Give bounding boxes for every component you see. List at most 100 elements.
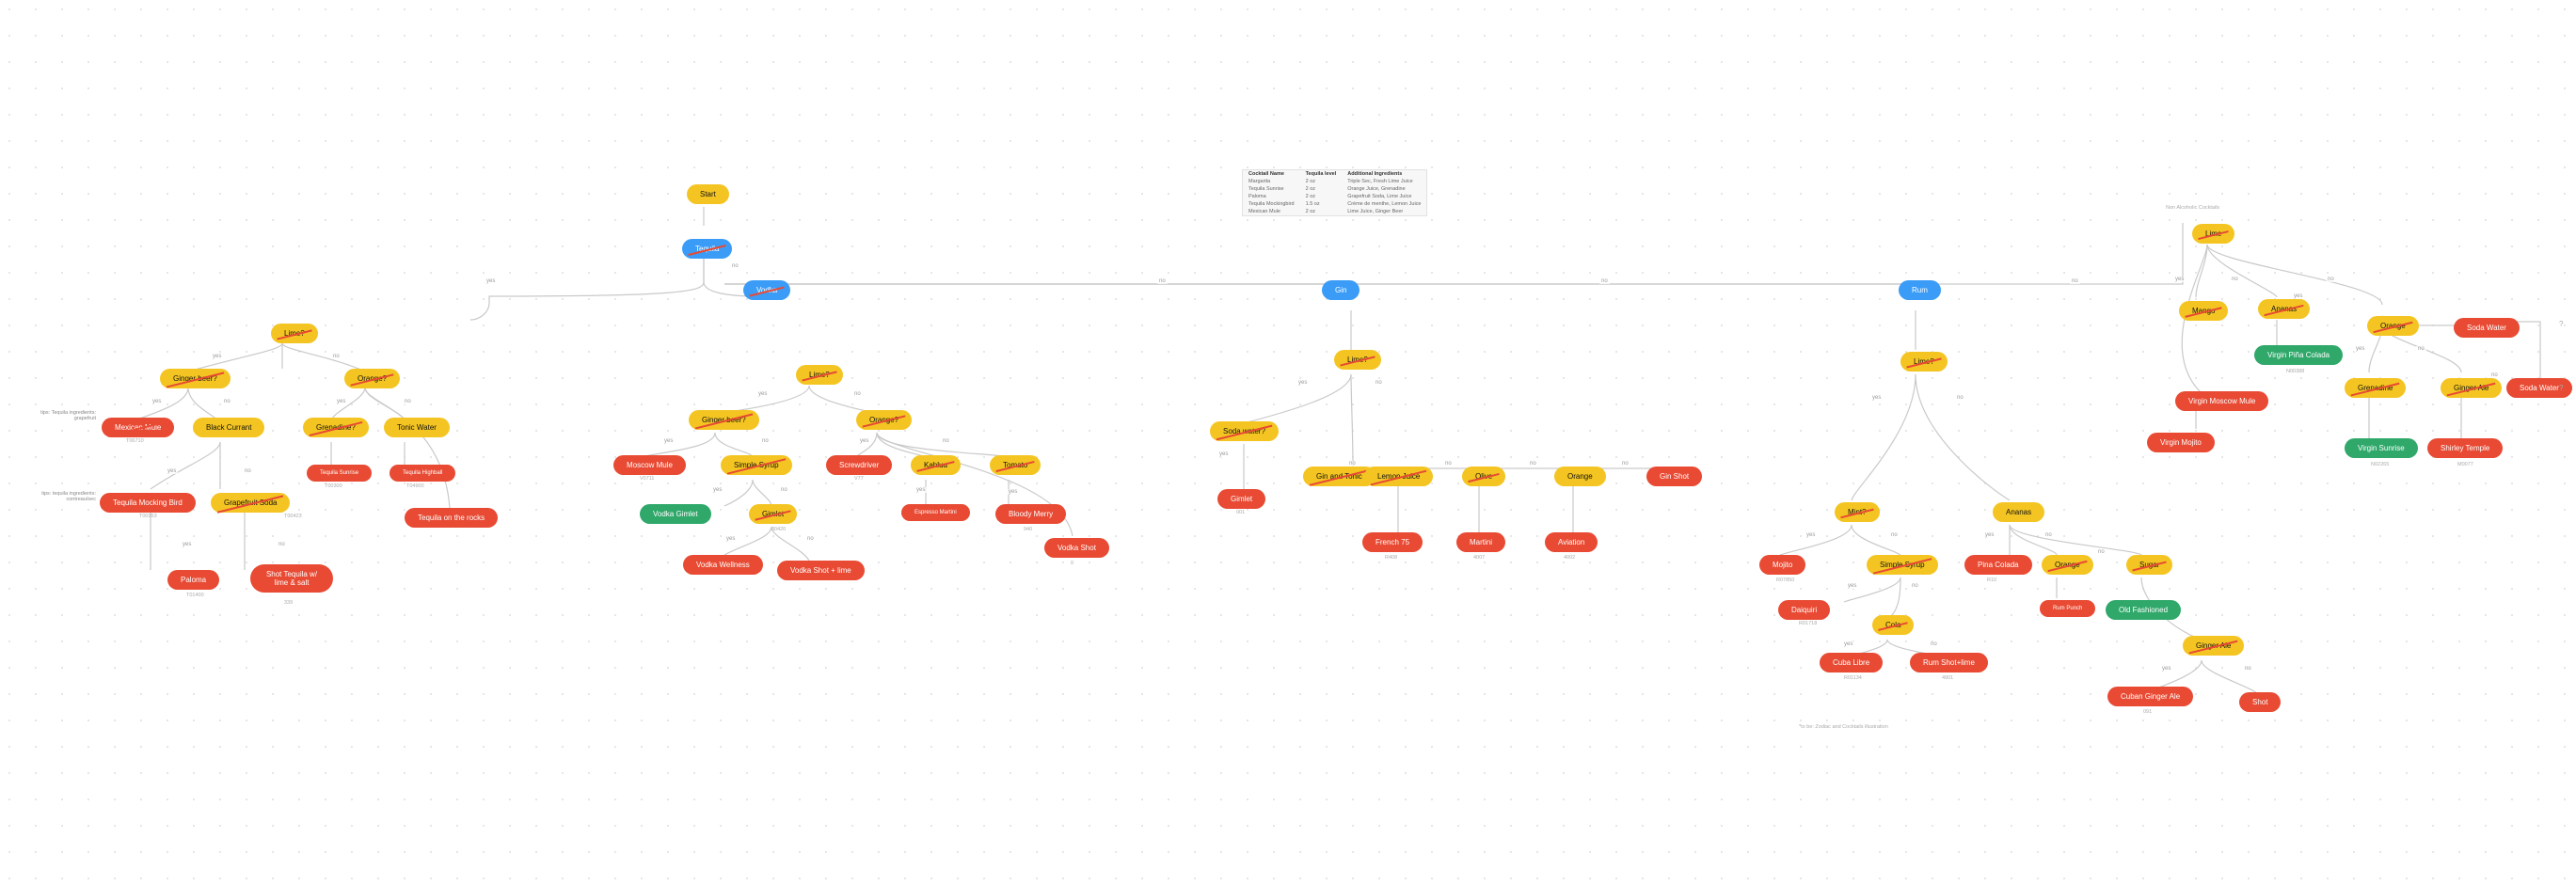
edge-no: no [2416,346,2426,352]
result-rum-shot[interactable]: Shot [2239,692,2281,712]
result-paloma[interactable]: Paloma [167,570,219,590]
edge-no: no [1157,278,1168,284]
edge-no: no [941,438,951,444]
result-tequila-rocks[interactable]: Tequila on the rocks [405,508,498,528]
edge-no: no [730,263,740,269]
tequila-ginger-q[interactable]: Ginger beer? [160,369,231,388]
result-gimlet[interactable]: Gimlet [1217,489,1265,509]
result-old-fashioned[interactable]: Old Fashioned [2106,600,2181,620]
id-daq: R01718 [1799,621,1817,626]
id-st: M0077 [2457,462,2473,467]
rum-orange-q[interactable]: Orange [2042,555,2093,575]
edge-no: no [2230,277,2240,282]
gin-orange-q[interactable]: Orange [1554,467,1606,486]
result-virgin-pc[interactable]: Virgin Piña Colada [2254,345,2343,365]
result-vodka-shot-lime[interactable]: Vodka Shot + lime [777,561,865,580]
rum-lime-q[interactable]: Lime? [1900,352,1948,372]
result-screwdriver[interactable]: Screwdriver [826,455,892,475]
result-tmb[interactable]: Tequila Mocking Bird [100,493,196,513]
rum-branch[interactable]: Rum [1899,280,1941,300]
result-vodka-wellness[interactable]: Vodka Wellness [683,555,763,575]
grenadine-q[interactable]: Grenadine? [303,418,369,437]
result-virgin-sunrise[interactable]: Virgin Sunrise [2345,438,2418,458]
tonic-water-q[interactable]: Tonic Water [384,418,450,437]
id-sc: V77 [854,476,864,482]
result-gin-shot[interactable]: Gin Shot [1646,467,1702,486]
vodka-gimlet-q[interactable]: Gimlet [749,504,797,524]
vodka-orange-q[interactable]: Orange? [856,410,912,430]
simple-syrup-rum[interactable]: Simple Syrup [1867,555,1938,575]
nonalc-orange-q[interactable]: Orange [2367,316,2419,336]
result-mojito[interactable]: Mojito [1759,555,1805,575]
result-tequila-sunrise[interactable]: Tequila Sunrise [307,465,372,482]
vodka-branch[interactable]: Vodka [743,280,790,300]
result-daiquiri[interactable]: Daiquiri [1778,600,1830,620]
edge-no: no [222,399,232,404]
result-french75[interactable]: French 75 [1362,532,1423,552]
rum-ginger-ale-q[interactable]: Ginger Ale [2183,636,2244,656]
rum-sugar-q[interactable]: Sugar [2126,555,2172,575]
edge-no: no [1528,461,1538,467]
lemon-juice-q[interactable]: Lemon Juice [1364,467,1433,486]
edge-no: no [2070,278,2080,284]
result-vodka-gimlet[interactable]: Vodka Gimlet [640,504,711,524]
result-shirley[interactable]: Shirley Temple [2427,438,2503,458]
gin-lime-q[interactable]: Lime? [1334,350,1381,370]
nonalc-ananas-q[interactable]: Ananas [2258,299,2310,319]
tequila-branch[interactable]: Tequila [682,239,732,259]
result-virgin-mm[interactable]: Virgin Moscow Mule [2175,391,2268,411]
edge-yes: yes [1007,489,1019,495]
nonalc-lime[interactable]: Lime [2192,224,2234,244]
result-mexican-mule[interactable]: Mexican Mule [102,418,174,437]
edge-no: no [805,536,816,542]
result-cuban-ga[interactable]: Cuban Ginger Ale [2107,687,2193,706]
edge-no: no [1955,395,1965,401]
edge-no: no [277,542,287,547]
edge-no: no [403,399,413,404]
result-vodka-shot[interactable]: Vodka Shot [1044,538,1109,558]
nonalc-mango-q[interactable]: Mango [2179,301,2228,321]
rum-cola-q[interactable]: Cola [1872,615,1914,635]
kahlua-q[interactable]: Kahlua [911,455,961,475]
gin-soda-q[interactable]: Soda water? [1210,421,1279,441]
tequila-lime-q[interactable]: Lime? [271,324,318,343]
black-currant[interactable]: Black Currant [193,418,264,437]
diagram-canvas[interactable]: Cocktail Name Tequila level Additional I… [0,0,2576,886]
question-icon: ? [2559,320,2563,328]
olive-q[interactable]: Olive [1462,467,1505,486]
gin-branch[interactable]: Gin [1322,280,1360,300]
tequila-orange-q[interactable]: Orange? [344,369,400,388]
result-esp-martini[interactable]: Espresso Martini [901,504,970,521]
rum-ananas-q[interactable]: Ananas [1993,502,2044,522]
id-vmm: V0711 [640,476,655,482]
id-mm: T06710 [126,438,144,444]
edge-no: no [1347,461,1358,467]
edge-no: no [243,468,253,474]
rum-mint-q[interactable]: Mint? [1835,502,1880,522]
result-martini[interactable]: Martini [1456,532,1505,552]
na-grenadine-q[interactable]: Grenadine [2345,378,2406,398]
result-bloody[interactable]: Bloody Merry [995,504,1066,524]
simple-syrup-q[interactable]: Simple Syrup [721,455,792,475]
result-rum-punch[interactable]: Rum Punch [2040,600,2095,617]
edge-no: no [2489,372,2500,378]
result-shot-tequila[interactable]: Shot Tequila w/ lime & salt [250,564,333,593]
id-gf: T00423 [284,514,302,519]
result-cuba-libre[interactable]: Cuba Libre [1820,653,1883,672]
result-virgin-mojito[interactable]: Virgin Mojito [2147,433,2215,452]
na-gingerale-q[interactable]: Ginger Ale [2441,378,2502,398]
result-rum-shot-lime[interactable]: Rum Shot+lime [1910,653,1988,672]
result-aviation[interactable]: Aviation [1545,532,1598,552]
tomato-q[interactable]: Tomato [990,455,1041,475]
vodka-lime-q[interactable]: Lime? [796,365,843,385]
na-soda-1[interactable]: Soda Water [2454,318,2520,338]
vodka-ginger-q[interactable]: Ginger beer? [689,410,759,430]
grapefruit-soda-q[interactable]: Grapefruit Soda [211,493,290,513]
edge-yes: yes [1870,395,1883,401]
result-pina-colada[interactable]: Pina Colada [1964,555,2032,575]
edge-no: no [1620,461,1630,467]
id-vpc: N00388 [2286,369,2304,374]
result-moscow-mule[interactable]: Moscow Mule [613,455,686,475]
start-node[interactable]: Start [687,184,729,204]
result-tequila-highball[interactable]: Tequila Highball [390,465,455,482]
